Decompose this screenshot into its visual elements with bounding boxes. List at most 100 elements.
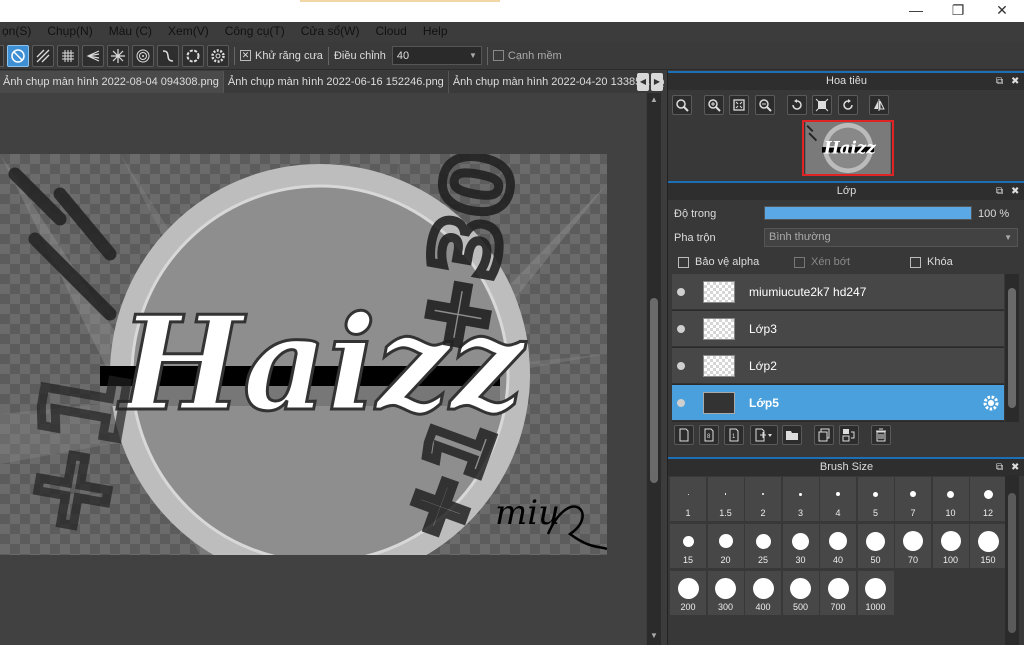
new-folder-button[interactable] bbox=[782, 425, 802, 445]
brush-size-cell[interactable]: 50 bbox=[857, 524, 894, 568]
layer-row[interactable]: miumiucute2k7 hd247 bbox=[672, 274, 1004, 310]
brush-size-cell[interactable]: 25 bbox=[745, 524, 781, 568]
popout-icon[interactable]: ⧉ bbox=[996, 183, 1003, 200]
layer-list-scrollbar[interactable] bbox=[1005, 274, 1019, 422]
minimize-button[interactable]: — bbox=[894, 0, 938, 20]
brush-size-cell[interactable]: 400 bbox=[745, 571, 781, 615]
curve-button[interactable] bbox=[157, 44, 179, 67]
blend-mode-select[interactable]: Bình thường ▼ bbox=[764, 228, 1018, 247]
canvas-scroll-thumb[interactable] bbox=[650, 298, 658, 483]
close-icon[interactable]: ✖ bbox=[1011, 183, 1019, 200]
duplicate-layer-button[interactable] bbox=[814, 425, 834, 445]
no-fill-button[interactable] bbox=[7, 44, 29, 67]
brush-size-cell[interactable]: 40 bbox=[820, 524, 856, 568]
gear-icon[interactable] bbox=[982, 394, 1000, 412]
brush-size-cell[interactable]: 20 bbox=[707, 524, 744, 568]
opacity-slider[interactable] bbox=[764, 206, 972, 220]
settings-button[interactable] bbox=[207, 44, 229, 67]
tab-document-2[interactable]: Ảnh chụp màn hình 2022-06-16 152246.png bbox=[223, 71, 449, 93]
menu-view[interactable]: Xem(V) bbox=[160, 24, 217, 38]
brush-size-cell[interactable]: 5 bbox=[857, 477, 894, 521]
menu-capture[interactable]: Chụp(N) bbox=[39, 24, 100, 38]
protect-alpha-checkbox[interactable]: Bảo vệ alpha bbox=[678, 256, 759, 268]
antialias-checkbox[interactable]: ✕ Khử răng cưa bbox=[240, 50, 323, 62]
brush-size-cell[interactable]: 200 bbox=[670, 571, 706, 615]
brush-size-cell[interactable]: 3 bbox=[782, 477, 819, 521]
new-layer-button[interactable] bbox=[674, 425, 694, 445]
ring-button[interactable] bbox=[182, 44, 204, 67]
brush-size-scrollbar[interactable] bbox=[1005, 475, 1019, 645]
brush-scroll-thumb[interactable] bbox=[1008, 493, 1016, 633]
canvas-area[interactable]: Haizz +30 +1 +1 miu bbox=[0, 93, 646, 645]
brush-size-cell[interactable]: 30 bbox=[782, 524, 819, 568]
tab-document-1[interactable]: Ảnh chụp màn hình 2022-08-04 094308.png bbox=[0, 71, 224, 93]
tab-document-3[interactable]: Ảnh chụp màn hình 2022-04-20 133855.png bbox=[448, 71, 664, 93]
brush-size-cell[interactable]: 1.5 bbox=[707, 477, 744, 521]
grid-pattern-button[interactable] bbox=[57, 44, 79, 67]
brush-size-cell[interactable]: 150 bbox=[970, 524, 1006, 568]
brush-size-cell[interactable]: 10 bbox=[932, 477, 969, 521]
zoom-out-button[interactable] bbox=[755, 95, 775, 115]
lock-checkbox[interactable]: Khóa bbox=[910, 256, 953, 268]
fit-screen-button[interactable] bbox=[729, 95, 749, 115]
radial-lines-button[interactable] bbox=[107, 44, 129, 67]
concentric-button[interactable] bbox=[132, 44, 154, 67]
brush-size-cell[interactable]: 500 bbox=[782, 571, 819, 615]
delete-layer-button[interactable] bbox=[871, 425, 891, 445]
flip-horizontal-button[interactable] bbox=[869, 95, 889, 115]
brush-size-cell[interactable]: 12 bbox=[970, 477, 1006, 521]
converge-lines-button[interactable] bbox=[82, 44, 104, 67]
scroll-up-icon[interactable]: ▲ bbox=[649, 95, 659, 105]
visibility-icon[interactable] bbox=[677, 398, 685, 407]
brush-size-cell[interactable]: 100 bbox=[932, 524, 969, 568]
navigator-preview[interactable]: Haizz bbox=[802, 120, 894, 176]
menu-tools[interactable]: Công cụ(T) bbox=[217, 24, 293, 38]
visibility-icon[interactable] bbox=[677, 287, 685, 296]
close-button[interactable]: ✕ bbox=[980, 0, 1024, 20]
brush-size-cell[interactable]: 1000 bbox=[857, 571, 894, 615]
layer-row-selected[interactable]: Lớp5 bbox=[672, 385, 1004, 421]
rotate-right-button[interactable] bbox=[838, 95, 858, 115]
adjust-select[interactable]: 40 ▼ bbox=[391, 46, 482, 65]
layer-scroll-thumb[interactable] bbox=[1008, 288, 1016, 408]
visibility-icon[interactable] bbox=[677, 361, 685, 370]
popout-icon[interactable]: ⧉ bbox=[996, 459, 1003, 476]
menu-select[interactable]: ọn(S) bbox=[0, 24, 39, 38]
popout-icon[interactable]: ⧉ bbox=[996, 73, 1003, 90]
reset-view-button[interactable] bbox=[812, 95, 832, 115]
zoom-fit-button[interactable] bbox=[672, 95, 692, 115]
brush-size-cell[interactable]: 1 bbox=[670, 477, 706, 521]
new-1bit-layer-button[interactable]: 1 bbox=[724, 425, 744, 445]
brush-size-cell[interactable]: 70 bbox=[895, 524, 931, 568]
merge-down-button[interactable] bbox=[839, 425, 859, 445]
brush-size-cell[interactable]: 7 bbox=[895, 477, 931, 521]
layer-row[interactable]: Lớp2 bbox=[672, 348, 1004, 384]
menu-help[interactable]: Help bbox=[415, 24, 456, 38]
new-8bit-layer-button[interactable]: 8 bbox=[699, 425, 719, 445]
brush-size-cell[interactable]: 300 bbox=[707, 571, 744, 615]
add-layer-menu-button[interactable] bbox=[750, 425, 778, 445]
menu-color[interactable]: Màu (C) bbox=[101, 24, 160, 38]
maximize-button[interactable]: ❐ bbox=[936, 0, 980, 20]
soft-edge-checkbox[interactable]: Cạnh mềm bbox=[492, 50, 562, 62]
scroll-down-icon[interactable]: ▼ bbox=[649, 631, 659, 641]
hatch-pattern-button[interactable] bbox=[32, 44, 54, 67]
layer-row[interactable]: Lớp3 bbox=[672, 311, 1004, 347]
tab-scroll-right-button[interactable]: ▶ bbox=[651, 73, 663, 91]
close-icon[interactable]: ✖ bbox=[1011, 459, 1019, 476]
brush-size-cell[interactable]: 15 bbox=[670, 524, 706, 568]
clipping-checkbox[interactable]: Xén bớt bbox=[794, 256, 850, 268]
close-icon[interactable]: ✖ bbox=[1011, 73, 1019, 90]
visibility-icon[interactable] bbox=[677, 324, 685, 333]
brush-size-cell[interactable]: 2 bbox=[745, 477, 781, 521]
artwork-canvas[interactable]: Haizz +30 +1 +1 miu bbox=[0, 154, 607, 555]
menu-window[interactable]: Cửa sổ(W) bbox=[293, 24, 368, 38]
canvas-vertical-scrollbar[interactable]: ▲ ▼ bbox=[647, 93, 661, 645]
zoom-in-button[interactable] bbox=[704, 95, 724, 115]
brush-size-label: 150 bbox=[980, 555, 996, 565]
brush-size-cell[interactable]: 700 bbox=[820, 571, 856, 615]
brush-size-cell[interactable]: 4 bbox=[820, 477, 856, 521]
menu-cloud[interactable]: Cloud bbox=[367, 24, 414, 38]
rotate-left-button[interactable] bbox=[787, 95, 807, 115]
tab-scroll-left-button[interactable]: ◀ bbox=[637, 73, 649, 91]
